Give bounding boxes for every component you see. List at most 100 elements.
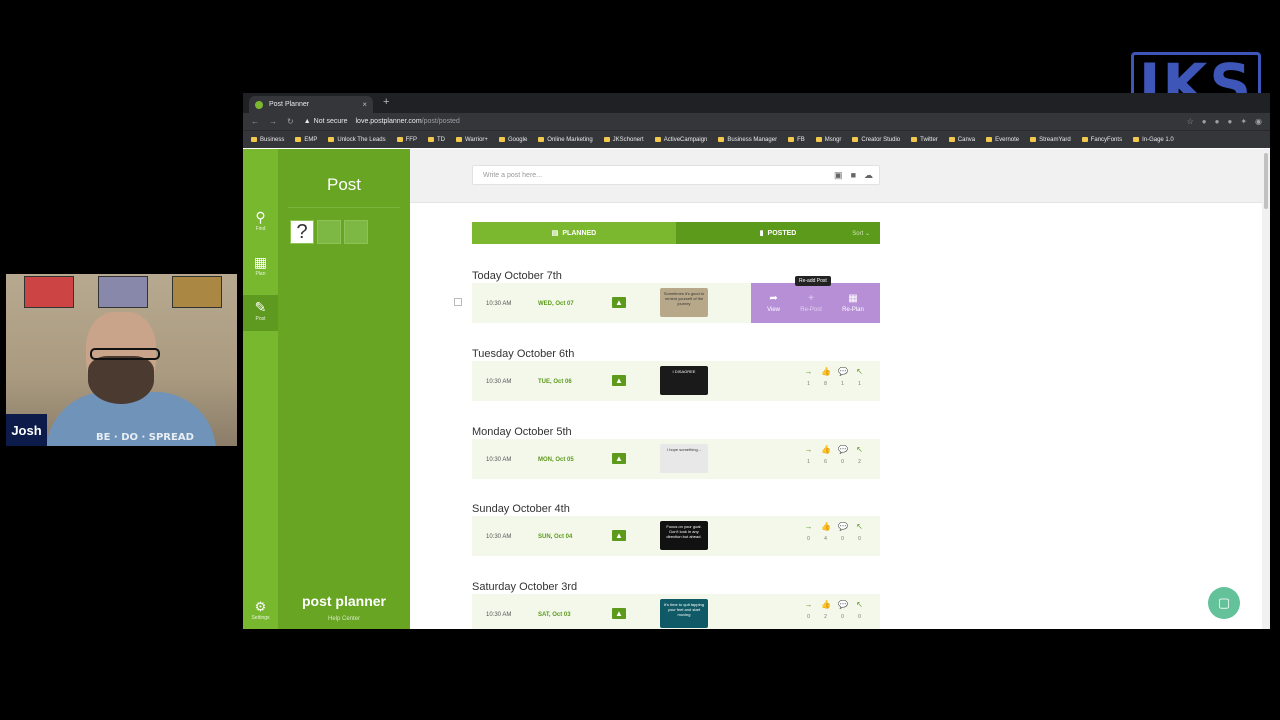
back-icon[interactable]: ← (251, 117, 259, 126)
bookmark-item[interactable]: Unlock The Leads (328, 137, 386, 143)
profile-avatar[interactable]: ? (290, 220, 314, 244)
comment-icon: 💬 0 (838, 600, 848, 620)
bookmark-item[interactable]: Evernote (986, 137, 1019, 143)
profile-avatar[interactable] (344, 220, 368, 244)
bookmark-item[interactable]: EMP (295, 137, 317, 143)
forward-icon[interactable]: → (269, 117, 277, 126)
post-row[interactable]: 10:30 AM MON, Oct 05 ▲ I hope something... →… (472, 439, 880, 479)
stat-count: 1 (807, 381, 810, 387)
video-icon[interactable]: ■ (851, 170, 856, 181)
bookmark-label: FFP (405, 136, 417, 143)
help-center-link[interactable]: Help Center (278, 616, 410, 622)
bookmark-folder-icon (852, 137, 859, 142)
post-thumbnail[interactable]: I DISAGREE (660, 366, 708, 395)
bookmark-item[interactable]: Online Marketing (538, 136, 593, 143)
nav-post[interactable]: ✎ Post (243, 295, 278, 331)
extension-icon[interactable]: ● (1215, 117, 1220, 126)
side-panel: Post ? post planner Help Center (278, 149, 410, 629)
nav-post-label: Post (255, 316, 266, 322)
re-plan-button[interactable]: ▦ Re-Plan (842, 293, 864, 313)
image-icon[interactable]: ▣ (834, 170, 843, 181)
composer-area: Write a post here... ▣ ■ ☁ (410, 149, 1270, 203)
post-stats: → 0 👍 2 💬 0 ↖ 0 (804, 600, 864, 620)
tab-title: Post Planner (269, 101, 310, 108)
list-icon: ▤ (551, 230, 559, 237)
stat-count: 0 (807, 536, 810, 542)
bookmark-item[interactable]: Business Manager (718, 137, 777, 143)
bookmark-item[interactable]: ActiveCampaign (654, 137, 707, 143)
sort-dropdown[interactable]: Sort ⌄ (852, 230, 870, 237)
day-heading: Tuesday October 6th (472, 348, 575, 360)
bookmark-folder-icon (603, 137, 610, 142)
scrollbar-thumb[interactable] (1264, 153, 1268, 209)
post-row[interactable]: 10:30 AM SUN, Oct 04 ▲ Focus on your goal. … (472, 516, 880, 556)
post-thumbnail[interactable]: Sometimes it's good to remind yourself o… (660, 288, 708, 317)
post-row[interactable]: 10:30 AM WED, Oct 07 ▲ Sometimes it's good … (454, 283, 880, 323)
composer-placeholder: Write a post here... (483, 172, 543, 179)
post-row[interactable]: 10:30 AM TUE, Oct 06 ▲ I DISAGREE → 1 👍 8 💬 1 ↖ 1 (472, 361, 880, 401)
post-composer-input[interactable]: Write a post here... ▣ ■ ☁ (472, 165, 880, 185)
bookmark-label: FancyFonts (1090, 136, 1123, 143)
nav-settings-label: Settings (251, 615, 270, 621)
post-date: SAT, Oct 03 (538, 612, 571, 618)
browser-tab[interactable]: Post Planner × (249, 96, 373, 113)
page-scrollbar[interactable] (1262, 149, 1270, 629)
post-thumbnail[interactable]: It's time to quit tapping your feet and … (660, 599, 708, 628)
composer-icons: ▣ ■ ☁ (834, 170, 873, 181)
bookmark-item[interactable]: FancyFonts (1081, 136, 1123, 143)
tab-posted[interactable]: ▮ POSTED Sort ⌄ (676, 222, 880, 244)
puzzle-icon[interactable]: ✦ (1240, 117, 1247, 126)
nav-find[interactable]: ⚲ Find (243, 209, 278, 232)
select-checkbox[interactable] (454, 298, 462, 306)
nav-plan[interactable]: ▦ Plan (243, 254, 278, 277)
nav-settings[interactable]: ⚙ Settings (243, 599, 278, 621)
post-date: SUN, Oct 04 (538, 534, 573, 540)
share-icon: → 0 (804, 600, 813, 620)
bookmark-item[interactable]: FB (788, 137, 805, 143)
bookmark-label: Online Marketing (547, 136, 593, 143)
bookmark-item[interactable]: Msngr (815, 137, 841, 143)
chat-support-icon[interactable]: ▢ (1208, 587, 1240, 619)
bookmark-folder-icon (986, 137, 993, 142)
share-icon: → 1 (804, 367, 813, 387)
view-button[interactable]: ➦ View (767, 293, 780, 313)
bookmark-item[interactable]: FFP (396, 136, 417, 143)
bookmark-item[interactable]: Google (498, 137, 527, 143)
bookmark-item[interactable]: Warrior+ (455, 136, 488, 143)
bookmark-item[interactable]: Twitter (911, 137, 938, 143)
bookmark-label: Warrior+ (464, 136, 488, 143)
profile-avatar[interactable]: ◉ (1255, 117, 1262, 126)
bookmark-item[interactable]: TD (427, 136, 445, 143)
extension-icon[interactable]: ● (1202, 117, 1207, 126)
profile-avatar[interactable] (317, 220, 341, 244)
bookmark-item[interactable]: JKSchonert (603, 137, 644, 143)
new-tab-button[interactable]: + (383, 96, 389, 108)
presenter-beard (88, 356, 154, 404)
upload-cloud-icon[interactable]: ☁ (864, 170, 873, 181)
bookmark-item[interactable]: In-Gage 1.0 (1133, 137, 1174, 143)
bookmark-label: TD (436, 136, 445, 143)
post-thumbnail[interactable]: I hope something... (660, 444, 708, 473)
bookmark-item[interactable]: StreamYard (1030, 137, 1071, 143)
post-thumbnail[interactable]: Focus on your goal. Don't look in any di… (660, 521, 708, 550)
tab-close-icon[interactable]: × (362, 100, 367, 109)
warning-icon[interactable]: ▲ (304, 118, 311, 125)
calendar-icon: ▦ (848, 293, 858, 304)
tab-posted-label: POSTED (767, 229, 797, 237)
post-row[interactable]: 10:30 AM SAT, Oct 03 ▲ It's time to quit ta… (472, 594, 880, 629)
security-label[interactable]: Not secure (314, 118, 348, 125)
bookmark-label: Business (260, 136, 285, 143)
reload-icon[interactable]: ↻ (287, 117, 294, 126)
bookmark-item[interactable]: Canva (948, 137, 975, 143)
url-field[interactable]: love.postplanner.com/post/posted (356, 118, 460, 125)
re-add-button[interactable]: + Re-Post (800, 293, 822, 313)
post-time: 10:30 AM (486, 534, 512, 540)
bookmark-item[interactable]: Creator Studio (852, 137, 900, 143)
click-icon: ↖ 0 (856, 522, 863, 542)
bookmark-item[interactable]: Business (251, 137, 284, 143)
view-button-label: View (767, 307, 781, 313)
extension-icon[interactable]: ● (1227, 117, 1232, 126)
tab-planned[interactable]: ▤ PLANNED (472, 222, 676, 244)
stat-count: 1 (858, 381, 861, 387)
star-icon[interactable]: ☆ (1187, 117, 1194, 126)
